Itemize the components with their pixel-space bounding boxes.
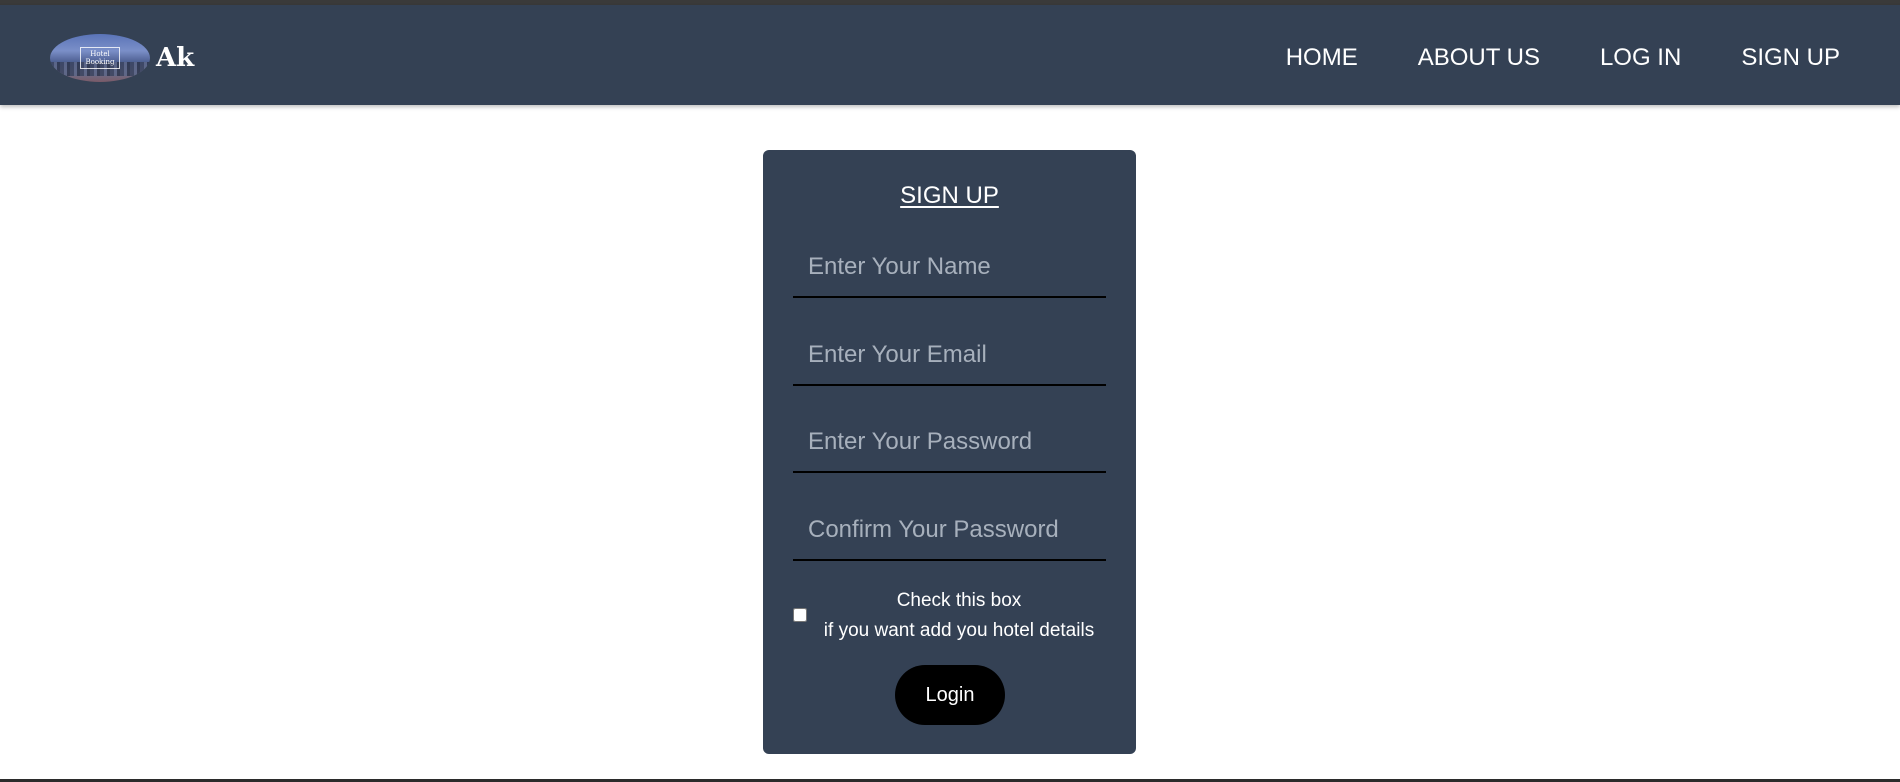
password-input[interactable] — [793, 413, 1106, 471]
logo-frame: Hotel Booking — [80, 47, 120, 69]
signup-card: SIGN UP Check this box if you want add y… — [763, 150, 1136, 754]
name-field-wrapper — [793, 238, 1106, 298]
checkbox-label-line-2: if you want add you hotel details — [823, 620, 1095, 641]
confirm-password-input[interactable] — [793, 501, 1106, 559]
brand-name[interactable]: Ak — [156, 43, 194, 73]
name-input[interactable] — [793, 238, 1106, 296]
hotel-details-checkbox[interactable] — [793, 608, 807, 622]
signup-title: SIGN UP — [900, 182, 999, 209]
login-button[interactable]: Login — [895, 665, 1005, 725]
logo-text-line-2: Booking — [85, 58, 115, 66]
hotel-details-label: Check this box if you want add you hotel… — [809, 586, 1109, 646]
nav-link-about-us[interactable]: ABOUT US — [1418, 43, 1540, 73]
nav-link-sign-up[interactable]: SIGN UP — [1741, 43, 1840, 73]
email-field-wrapper — [793, 326, 1106, 386]
checkbox-label-line-1: Check this box — [896, 590, 1022, 611]
navbar: Hotel Booking Ak HOME ABOUT US LOG IN SI… — [0, 5, 1900, 105]
logo-text-line-1: Hotel — [90, 50, 110, 58]
hotel-logo[interactable]: Hotel Booking — [50, 34, 150, 82]
nav-link-log-in[interactable]: LOG IN — [1600, 43, 1681, 73]
hotel-details-check-row: Check this box if you want add you hotel… — [793, 586, 1106, 646]
password-field-wrapper — [793, 413, 1106, 473]
nav-links: HOME ABOUT US LOG IN SIGN UP — [1286, 43, 1840, 73]
confirm-password-field-wrapper — [793, 501, 1106, 561]
email-input[interactable] — [793, 326, 1106, 384]
nav-link-home[interactable]: HOME — [1286, 43, 1358, 73]
